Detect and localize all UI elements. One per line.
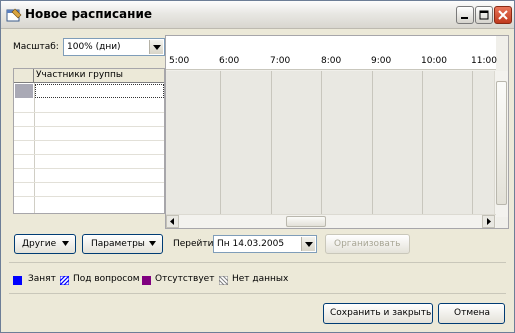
grid-line — [14, 196, 164, 197]
time-label: 6:00 — [219, 56, 240, 66]
time-label: 8:00 — [321, 56, 342, 66]
schedule-window: Новое расписание Масштаб: 100% (дни) Уча… — [0, 0, 515, 333]
close-button[interactable] — [494, 6, 512, 24]
legend-away-label: Отсутствует — [155, 274, 215, 284]
timeline-grid[interactable] — [166, 71, 496, 217]
save-and-close-button[interactable]: Сохранить и закрыть — [323, 303, 433, 324]
time-label: 5:00 — [169, 56, 190, 66]
goto-label: Перейти — [173, 239, 214, 249]
scale-label: Масштаб: — [13, 42, 59, 52]
attendees-column-header: Участники группы — [36, 70, 124, 80]
grid-line — [14, 154, 164, 155]
arrow-right-icon — [487, 218, 491, 225]
divider — [9, 262, 506, 263]
chevron-down-icon — [153, 45, 161, 50]
calendar-icon — [6, 8, 22, 22]
vertical-scroll-thumb[interactable] — [496, 81, 507, 205]
parameters-label: Параметры — [91, 239, 145, 249]
chevron-down-icon — [62, 241, 69, 246]
maximize-button[interactable] — [475, 6, 493, 24]
window-title: Новое расписание — [25, 7, 152, 21]
time-label: 9:00 — [371, 56, 392, 66]
no-info-swatch — [219, 276, 228, 285]
cancel-button[interactable]: Отмена — [438, 303, 505, 324]
maximize-icon — [479, 10, 489, 20]
attendee-name-input[interactable] — [35, 84, 164, 98]
freebusy-timeline: 5:00 6:00 7:00 8:00 9:00 10:00 11:00 — [165, 35, 509, 229]
tentative-swatch — [60, 276, 69, 285]
others-button[interactable]: Другие — [14, 234, 76, 254]
organize-label: Организовать — [334, 239, 401, 249]
chevron-down-icon — [305, 242, 313, 247]
grid-line — [14, 126, 164, 127]
grid-line — [14, 182, 164, 183]
hour-line — [472, 71, 473, 217]
cancel-label: Отмена — [454, 308, 491, 318]
minimize-icon — [461, 17, 468, 19]
others-label: Другие — [22, 239, 57, 249]
organize-button[interactable]: Организовать — [325, 234, 410, 254]
hour-line — [422, 71, 423, 217]
close-icon — [498, 10, 508, 20]
time-label: 7:00 — [270, 56, 291, 66]
hour-line — [271, 71, 272, 217]
scroll-left-button[interactable] — [166, 215, 179, 228]
horizontal-scroll-thumb[interactable] — [286, 216, 326, 227]
attendees-grid-header: Участники группы — [14, 69, 164, 83]
grid-divider — [34, 83, 35, 213]
date-picker[interactable]: Пн 14.03.2005 — [213, 235, 317, 253]
chevron-down-icon — [149, 241, 156, 246]
legend-no-data-label: Нет данных — [232, 274, 289, 284]
date-dropdown-button[interactable] — [301, 237, 315, 251]
timeline-vertical-scrollbar[interactable] — [494, 71, 508, 217]
minimize-button[interactable] — [456, 6, 474, 24]
timeline-header: 5:00 6:00 7:00 8:00 9:00 10:00 11:00 — [166, 36, 497, 70]
parameters-button[interactable]: Параметры — [82, 234, 163, 254]
grid-line — [14, 112, 164, 113]
title-bar: Новое расписание — [1, 1, 514, 29]
grid-corner — [14, 69, 34, 83]
busy-swatch — [13, 276, 22, 285]
divider — [9, 293, 506, 294]
attendees-grid: Участники группы — [13, 68, 165, 214]
scale-dropdown-button[interactable] — [149, 40, 163, 54]
hour-line — [372, 71, 373, 217]
hour-line — [220, 71, 221, 217]
scale-value: 100% (дни) — [67, 42, 121, 52]
hour-line — [321, 71, 322, 217]
save-and-close-label: Сохранить и закрыть — [330, 308, 432, 318]
date-value: Пн 14.03.2005 — [217, 239, 285, 249]
out-of-office-swatch — [142, 276, 151, 285]
grid-line — [14, 168, 164, 169]
scroll-right-button[interactable] — [482, 215, 495, 228]
grid-line — [14, 140, 164, 141]
arrow-left-icon — [170, 218, 174, 225]
time-label: 11:00 — [471, 56, 497, 66]
timeline-horizontal-scrollbar[interactable] — [166, 214, 496, 228]
legend-tentative-label: Под вопросом — [73, 274, 140, 284]
scale-select[interactable]: 100% (дни) — [63, 38, 165, 56]
row-selector[interactable] — [15, 84, 33, 98]
legend-busy-label: Занят — [28, 274, 56, 284]
time-label: 10:00 — [421, 56, 447, 66]
